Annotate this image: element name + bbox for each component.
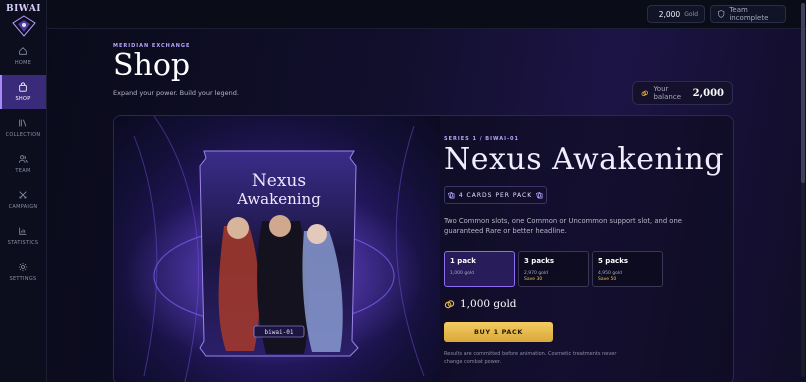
- buy-pack-button[interactable]: BUY 1 PACK: [444, 322, 553, 342]
- sidebar-item-statistics[interactable]: STATISTICS: [0, 219, 46, 253]
- pack-option-save: Save 30: [524, 277, 543, 282]
- scrollbar[interactable]: [801, 3, 805, 377]
- balance-label: Your balance: [653, 85, 681, 101]
- balance-value: 2,000: [692, 87, 724, 99]
- gold-unit: Gold: [684, 10, 698, 18]
- coins-icon: [654, 13, 655, 15]
- logo[interactable]: BIWAI: [5, 4, 42, 38]
- pack-panel: Nexus Awakening biwai-01 SERIES 1 / BIWA…: [113, 115, 734, 382]
- sidebar-item-label: STATISTICS: [7, 240, 39, 246]
- balance-card: Your balance 2,000: [632, 81, 733, 105]
- pack-option-name: 5 packs: [598, 257, 629, 265]
- bag-icon: [19, 82, 27, 92]
- total-price-text: 1,000 gold: [460, 298, 517, 310]
- sidebar-item-label: TEAM: [15, 168, 31, 174]
- library-icon: [19, 119, 27, 127]
- pack-option-price: 1,000 gold: [450, 271, 475, 276]
- page-title: Shop: [113, 48, 191, 83]
- pack-option-1[interactable]: 1 pack 1,000 gold: [444, 251, 515, 287]
- scrollbar-thumb[interactable]: [801, 3, 805, 183]
- pack-option-price: 2,970 gold: [524, 271, 549, 276]
- cards-icon: [536, 191, 543, 198]
- gold-balance-pill[interactable]: 2,000 Gold: [647, 5, 705, 23]
- sidebar: BIWAI HOME SHOP COLLECTION TEAM CAMPAIGN…: [0, 0, 47, 382]
- pack-art-title-line2: Awakening: [236, 190, 321, 208]
- pack-info: SERIES 1 / BIWAI-01 Nexus Awakening 4 CA…: [444, 116, 733, 382]
- pack-option-name: 1 pack: [450, 257, 476, 265]
- pack-art: Nexus Awakening biwai-01: [114, 116, 440, 382]
- sidebar-item-team[interactable]: TEAM: [0, 147, 46, 181]
- coins-icon: [641, 90, 648, 96]
- team-status-pill[interactable]: Team incomplete: [710, 5, 786, 23]
- main-content: MERIDIAN EXCHANGE Shop Expand your power…: [47, 29, 806, 382]
- users-icon: [18, 155, 28, 163]
- gold-value: 2,000: [658, 9, 681, 19]
- sidebar-item-settings[interactable]: SETTINGS: [0, 255, 46, 289]
- logo-emblem-icon: [11, 15, 36, 37]
- sidebar-item-home[interactable]: HOME: [0, 39, 46, 73]
- sidebar-item-collection[interactable]: COLLECTION: [0, 111, 46, 145]
- team-status-text: Team incomplete: [729, 6, 769, 22]
- sidebar-item-label: HOME: [14, 60, 32, 66]
- sidebar-item-label: SETTINGS: [9, 276, 37, 282]
- swords-icon: [19, 191, 27, 199]
- coins-icon: [444, 299, 455, 308]
- sidebar-item-label: SHOP: [15, 96, 31, 102]
- pack-description: Two Common slots, one Common or Uncommon…: [444, 217, 682, 235]
- shield-icon: [718, 10, 725, 18]
- home-icon: [19, 47, 27, 55]
- gear-icon: [18, 262, 28, 272]
- sidebar-item-shop[interactable]: SHOP: [0, 75, 46, 109]
- cards-per-pack-text: 4 CARDS PER PACK: [458, 191, 533, 199]
- top-bar: 2,000 Gold Team incomplete: [47, 0, 806, 29]
- pack-option-save: Save 50: [598, 277, 617, 282]
- sidebar-item-label: CAMPAIGN: [8, 204, 38, 210]
- chart-icon: [19, 227, 27, 235]
- purchase-note: Results are committed before animation. …: [444, 351, 617, 365]
- logo-text: BIWAI: [5, 4, 42, 14]
- pack-artwork-illustration: Nexus Awakening biwai-01: [124, 116, 425, 382]
- cards-per-pack-badge: 4 CARDS PER PACK: [444, 186, 547, 204]
- pack-option-3[interactable]: 3 packs 2,970 gold Save 30: [518, 251, 589, 287]
- cards-icon: [447, 191, 455, 198]
- page-subtitle: Expand your power. Build your legend.: [113, 89, 239, 97]
- sidebar-item-label: COLLECTION: [5, 132, 41, 138]
- pack-option-name: 3 packs: [524, 257, 555, 265]
- pack-art-code: biwai-01: [265, 329, 294, 336]
- sidebar-item-campaign[interactable]: CAMPAIGN: [0, 183, 46, 217]
- total-price: 1,000 gold: [444, 298, 517, 310]
- pack-option-price: 4,950 gold: [598, 271, 623, 276]
- pack-option-5[interactable]: 5 packs 4,950 gold Save 50: [592, 251, 663, 287]
- pack-art-title-line1: Nexus: [252, 171, 306, 191]
- pack-title: Nexus Awakening: [444, 142, 724, 177]
